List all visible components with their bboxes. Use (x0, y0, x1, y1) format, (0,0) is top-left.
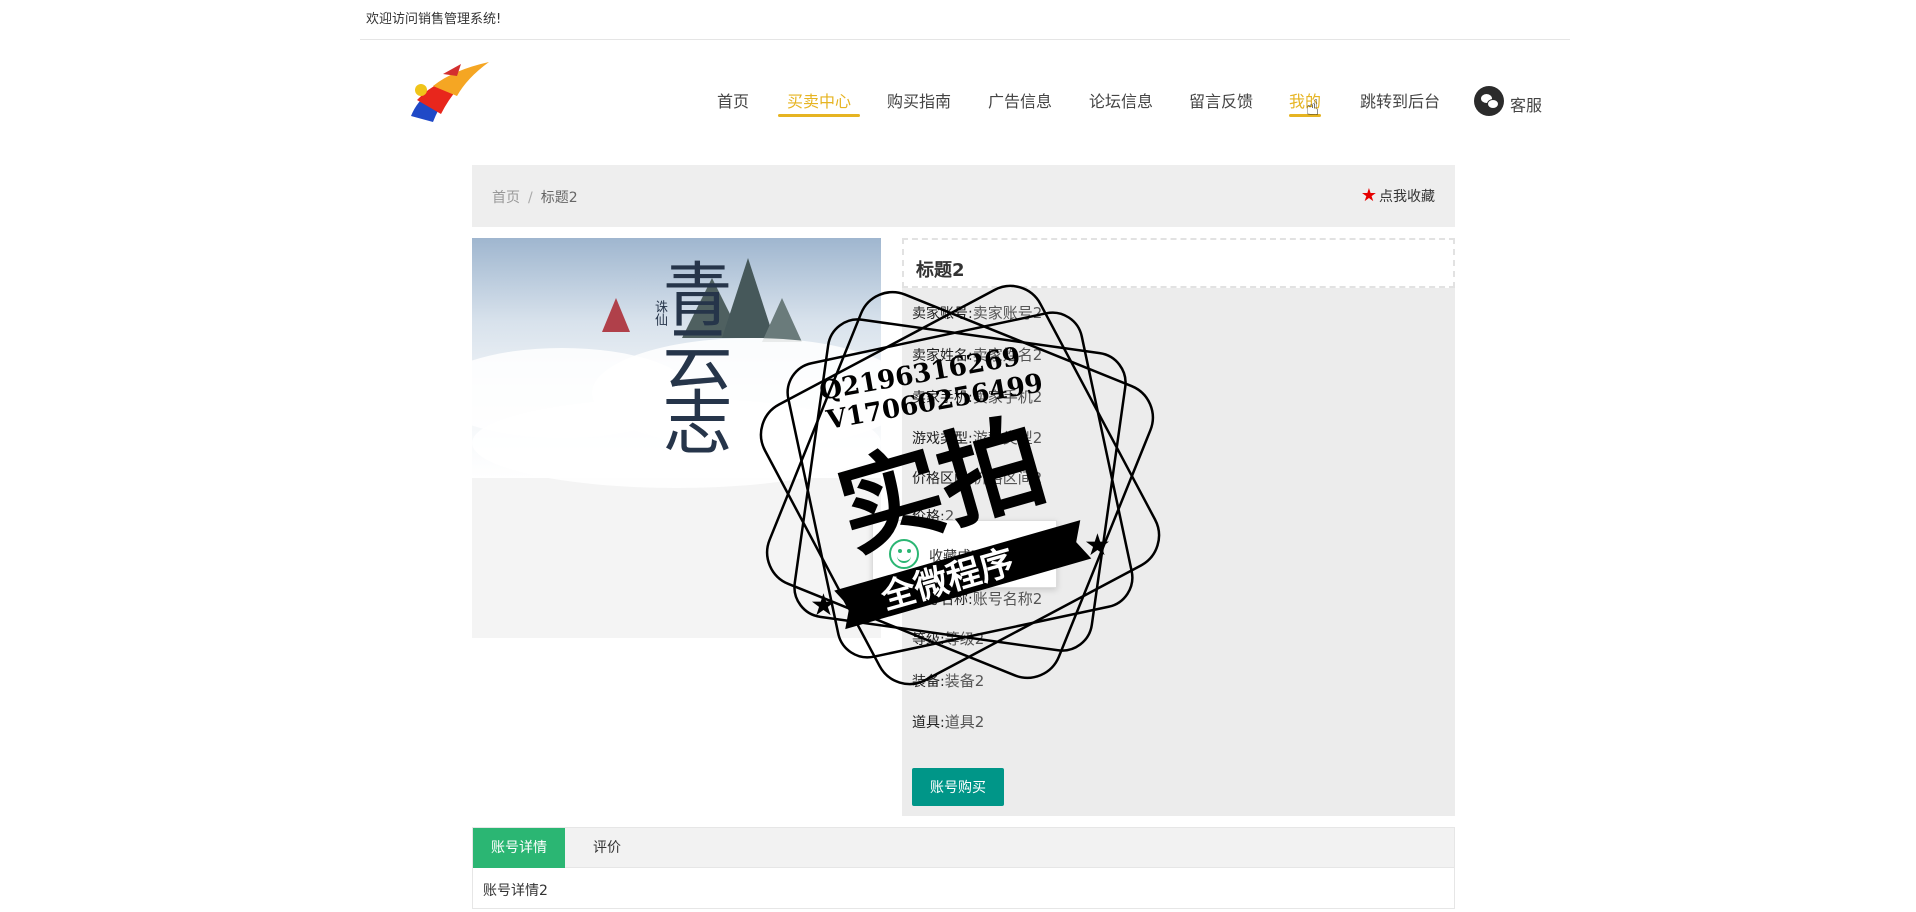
field-value: 游戏类型2 (972, 429, 1043, 447)
smile-icon (889, 539, 919, 569)
breadcrumb-home[interactable]: 首页 (492, 190, 520, 206)
detail-tabs: 账号详情 评价 账号详情2 (472, 827, 1455, 909)
wechat-icon (1474, 86, 1504, 116)
field-label: 等级: (912, 632, 945, 648)
product-image-subtext: 诛仙 (652, 300, 667, 326)
product-title-box: 标题2 (902, 238, 1455, 288)
favorite-button[interactable]: ★ 点我收藏 (1361, 185, 1435, 206)
nav-home[interactable]: 首页 (717, 88, 749, 112)
field-value: 装备2 (944, 672, 985, 690)
field-label: 装备: (912, 674, 945, 690)
buy-account-button[interactable]: 账号购买 (912, 768, 1004, 806)
nav-buy-guide[interactable]: 购买指南 (887, 88, 951, 112)
favorite-label: 点我收藏 (1379, 188, 1435, 205)
field-equipment: 装备:装备2 (912, 670, 984, 691)
nav-forum[interactable]: 论坛信息 (1089, 88, 1153, 112)
nav-trade-center[interactable]: 买卖中心 (777, 88, 861, 117)
field-value: 卖家手机2 (972, 388, 1043, 406)
star-icon: ★ (1360, 185, 1377, 206)
mountain-shape (762, 298, 802, 342)
customer-service-label: 客服 (1510, 96, 1543, 115)
field-value: 道具2 (944, 713, 985, 731)
field-game-type: 游戏类型:游戏类型2 (912, 427, 1042, 448)
product-title: 标题2 (916, 260, 965, 281)
field-value: 价格区间2 (972, 469, 1043, 487)
breadcrumb-bar: 首页 / 标题2 ★ 点我收藏 (472, 165, 1455, 227)
field-seller-phone: 卖家手机:卖家手机2 (912, 386, 1042, 407)
breadcrumb: 首页 / 标题2 (492, 187, 578, 207)
breadcrumb-separator: / (528, 190, 533, 206)
page: 欢迎访问销售管理系统! 首页 买卖中心 购买指南 广告信息 论坛信息 留言反馈 … (0, 0, 1916, 912)
field-items: 道具:道具2 (912, 711, 984, 732)
field-value: 卖家姓名2 (972, 346, 1043, 364)
toast-message: 收藏成功 (872, 520, 1057, 588)
welcome-text: 欢迎访问销售管理系统! (366, 12, 502, 27)
field-value: 等级2 (944, 630, 985, 648)
field-price-range: 价格区间:价格区间2 (912, 467, 1042, 488)
customer-service-button[interactable]: 客服 (1474, 84, 1542, 118)
field-value: 账号名称2 (972, 590, 1043, 608)
toast-text: 收藏成功 (929, 549, 985, 565)
field-level: 等级:等级2 (912, 628, 984, 649)
nav-ads[interactable]: 广告信息 (988, 88, 1052, 112)
tabs-header: 账号详情 评价 (473, 828, 1454, 868)
hand-cursor-icon: ☝ (1306, 96, 1320, 121)
field-label: 卖家姓名: (912, 348, 973, 364)
field-seller-name: 卖家姓名:卖家姓名2 (912, 344, 1042, 365)
mountain-shape (602, 298, 630, 332)
nav-backend[interactable]: 跳转到后台 (1360, 88, 1440, 112)
field-label: 账号名称: (912, 592, 973, 608)
field-label: 道具: (912, 715, 945, 731)
product-image-calligraphy: 青云志 (651, 258, 733, 450)
field-label: 卖家账号: (912, 306, 973, 322)
breadcrumb-current: 标题2 (540, 190, 578, 206)
field-label: 价格区间: (912, 471, 973, 487)
field-seller-account: 卖家账号:卖家账号2 (912, 302, 1042, 323)
tab-reviews[interactable]: 评价 (575, 828, 639, 868)
main-nav: 首页 买卖中心 购买指南 广告信息 论坛信息 留言反馈 我的 跳转到后台 (0, 88, 1916, 128)
tab-content: 账号详情2 (483, 883, 548, 899)
nav-feedback[interactable]: 留言反馈 (1189, 88, 1253, 112)
product-image: 青云志 诛仙 (472, 238, 881, 638)
field-account-name: 账号名称:账号名称2 (912, 588, 1042, 609)
field-label: 游戏类型: (912, 431, 973, 447)
field-value: 卖家账号2 (972, 304, 1043, 322)
field-label: 卖家手机: (912, 390, 973, 406)
top-bar: 欢迎访问销售管理系统! (360, 0, 1570, 40)
tab-account-details[interactable]: 账号详情 (473, 828, 565, 868)
